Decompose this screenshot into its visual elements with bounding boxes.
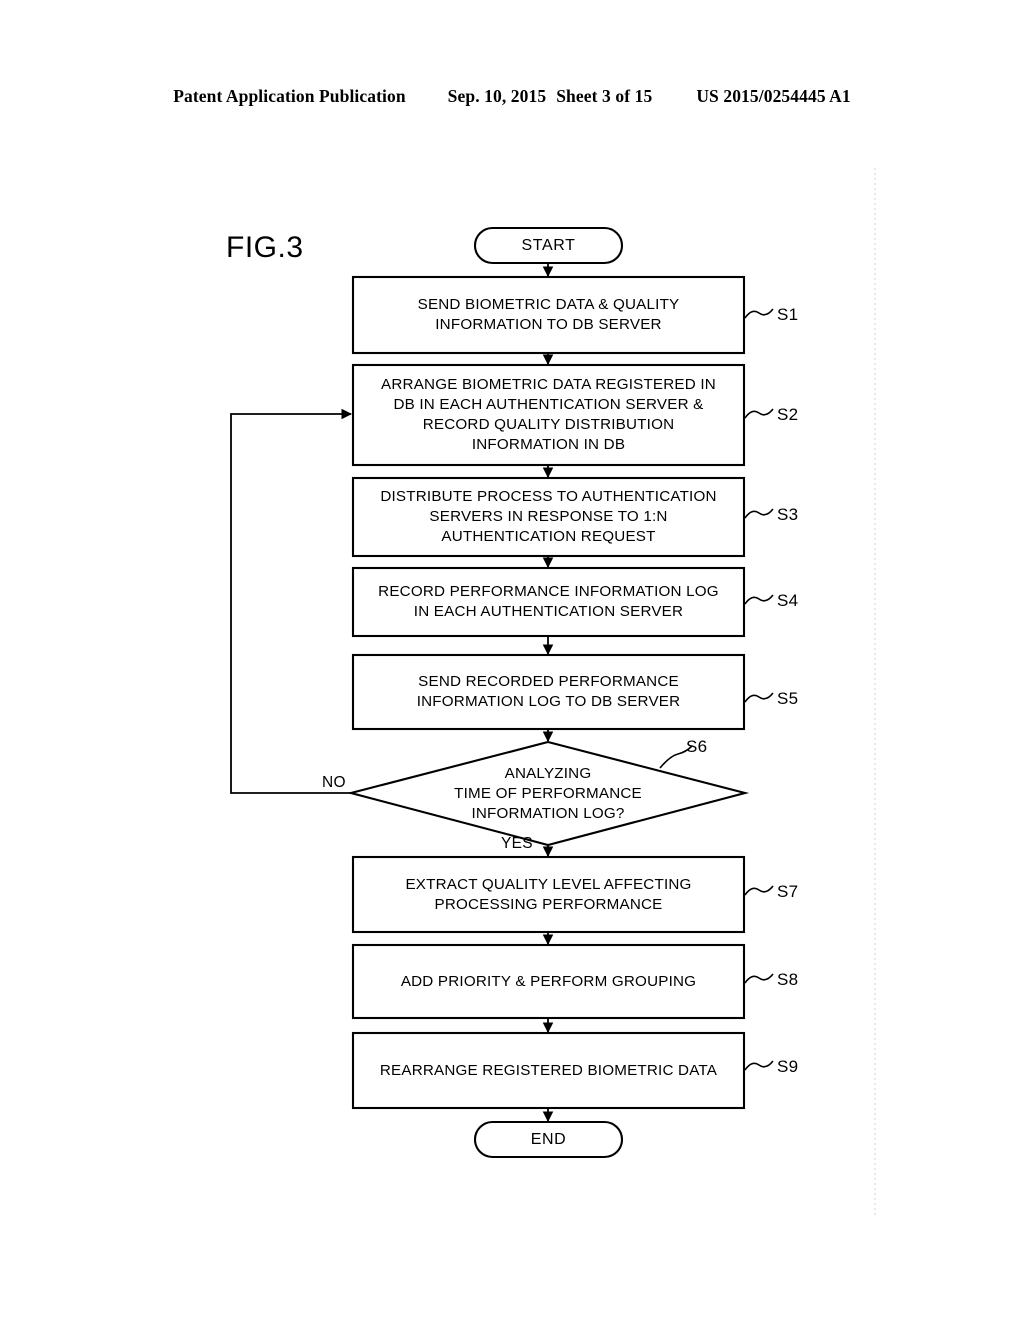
step-label-s6: S6 [686, 737, 708, 756]
step-label-s4: S4 [777, 591, 799, 610]
leader-s9 [744, 1060, 774, 1071]
step-label-s5: S5 [777, 689, 799, 708]
leader-s7 [744, 885, 774, 896]
leader-s1 [744, 308, 774, 319]
node-s9-label: REARRANGE REGISTERED BIOMETRIC DATA [379, 1061, 718, 1079]
node-s2-label: ARRANGE BIOMETRIC DATA REGISTERED IN DB … [381, 376, 716, 453]
step-label-s8: S8 [777, 970, 799, 989]
node-s8-label: ADD PRIORITY & PERFORM GROUPING [400, 972, 697, 990]
step-label-s7: S7 [777, 882, 799, 901]
branch-label-yes: YES [501, 835, 533, 852]
node-start-label: START [521, 236, 576, 254]
branch-label-no: NO [322, 774, 346, 791]
leader-s8 [744, 973, 774, 984]
step-label-s2: S2 [777, 405, 799, 424]
node-end-label: END [530, 1130, 567, 1148]
leader-s3 [744, 508, 774, 519]
node-s4-label: RECORD PERFORMANCE INFORMATION LOG IN EA… [378, 583, 719, 620]
leader-s2 [744, 408, 774, 419]
leader-s5 [744, 692, 774, 703]
node-s6-label: ANALYZING TIME OF PERFORMANCE INFORMATIO… [454, 764, 642, 822]
node-s7-label: EXTRACT QUALITY LEVEL AFFECTING PROCESSI… [405, 875, 692, 913]
node-s5-label: SEND RECORDED PERFORMANCE INFORMATION LO… [416, 673, 681, 710]
node-s1-label: SEND BIOMETRIC DATA & QUALITY INFORMATIO… [417, 296, 680, 333]
step-label-s1: S1 [777, 305, 799, 324]
step-label-s9: S9 [777, 1057, 799, 1076]
edge-s6-no-to-s2 [230, 408, 353, 794]
step-label-s3: S3 [777, 505, 799, 524]
leader-s4 [744, 594, 774, 605]
patent-page: Patent Application Publication Sep. 10, 2… [0, 0, 1024, 1320]
node-s3-label: DISTRIBUTE PROCESS TO AUTHENTICATION SER… [380, 488, 717, 545]
